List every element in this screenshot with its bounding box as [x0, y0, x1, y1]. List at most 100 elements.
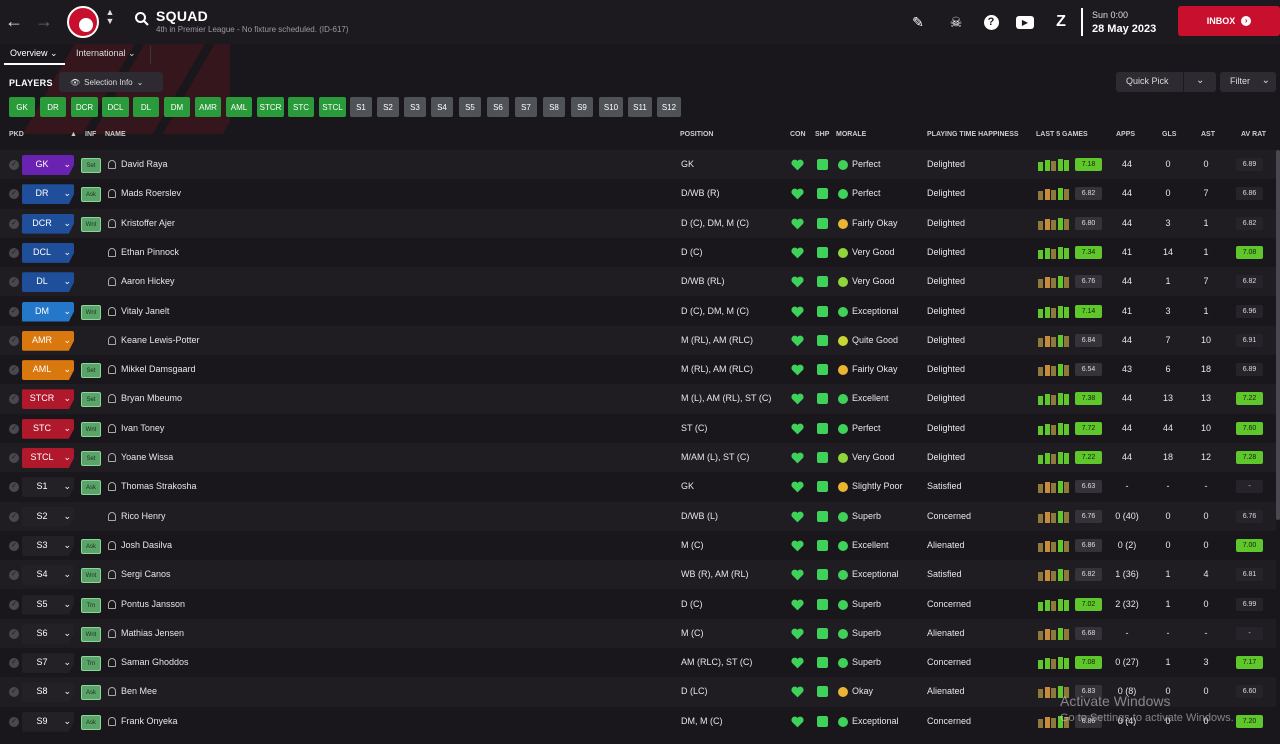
- table-row[interactable]: ✓ STCL ⌄ Set Yoane Wissa M/AM (L), ST (C…: [0, 443, 1276, 473]
- table-row[interactable]: ✓ S7 ⌄ Trn Saman Ghoddos AM (RLC), ST (C…: [0, 648, 1276, 677]
- position-chip-s8[interactable]: S8: [543, 97, 565, 117]
- position-chip-dcr[interactable]: DCR: [71, 97, 98, 117]
- table-row[interactable]: ✓ STC ⌄ Wnt Ivan Toney ST (C) Perfect De…: [0, 414, 1276, 443]
- col-pkd[interactable]: PKD: [9, 131, 24, 138]
- club-crest-icon[interactable]: [67, 6, 99, 38]
- picked-checkbox[interactable]: ✓: [9, 540, 19, 551]
- position-chip-s12[interactable]: S12: [657, 97, 681, 117]
- player-name[interactable]: Kristoffer Ajer: [121, 218, 175, 228]
- position-chip-s2[interactable]: S2: [377, 97, 399, 117]
- player-name[interactable]: Rico Henry: [121, 511, 166, 521]
- role-selector[interactable]: S8 ⌄: [22, 682, 74, 703]
- role-selector[interactable]: AMR ⌄: [22, 330, 74, 351]
- position-chip-dr[interactable]: DR: [40, 97, 66, 117]
- selection-info-dropdown[interactable]: 👁 Selection Info ⌄: [59, 72, 163, 92]
- filter-button[interactable]: Filter ⌄: [1220, 72, 1276, 92]
- col-av-rat[interactable]: AV RAT: [1241, 131, 1266, 138]
- player-name[interactable]: Saman Ghoddos: [121, 657, 189, 667]
- role-selector[interactable]: STC ⌄: [22, 418, 74, 439]
- role-selector[interactable]: S9 ⌄: [22, 711, 74, 732]
- col-morale[interactable]: MORALE: [836, 131, 866, 138]
- role-selector[interactable]: STCL ⌄: [22, 448, 74, 468]
- tab-international[interactable]: International ⌄: [76, 48, 136, 59]
- role-selector[interactable]: S1 ⌄: [22, 477, 74, 498]
- position-chip-s4[interactable]: S4: [431, 97, 453, 117]
- position-chip-s5[interactable]: S5: [459, 97, 481, 117]
- picked-checkbox[interactable]: ✓: [9, 218, 19, 229]
- picked-checkbox[interactable]: ✓: [9, 423, 19, 434]
- player-name[interactable]: Aaron Hickey: [121, 276, 175, 286]
- picked-checkbox[interactable]: ✓: [9, 716, 19, 727]
- player-name[interactable]: Ethan Pinnock: [121, 247, 179, 257]
- chevron-down-icon[interactable]: ⌄: [1196, 75, 1204, 86]
- table-row[interactable]: ✓ DR ⌄ Ask Mads Roerslev D/WB (R) Perfec…: [0, 179, 1276, 208]
- col-playing-time-happiness[interactable]: PLAYING TIME HAPPINESS: [927, 131, 1019, 138]
- table-row[interactable]: ✓ GK ⌄ Set David Raya GK Perfect Delight…: [0, 150, 1276, 180]
- position-chip-s11[interactable]: S11: [628, 97, 652, 117]
- inbox-button[interactable]: INBOX ›: [1178, 6, 1280, 36]
- position-chip-stcr[interactable]: STCR: [257, 97, 284, 117]
- col-gls[interactable]: GLS: [1162, 131, 1176, 138]
- table-row[interactable]: ✓ AMR ⌄ Keane Lewis-Potter M (RL), AM (R…: [0, 325, 1276, 356]
- player-name[interactable]: Sergi Canos: [121, 569, 171, 579]
- help-icon[interactable]: ?: [981, 12, 1001, 32]
- edit-pencil-icon[interactable]: ✎: [908, 12, 928, 32]
- picked-checkbox[interactable]: ✓: [9, 189, 19, 200]
- col-last-5-games[interactable]: LAST 5 GAMES: [1036, 131, 1088, 138]
- z-logo-icon[interactable]: Z: [1051, 12, 1071, 32]
- youtube-icon[interactable]: ▶: [1015, 12, 1035, 32]
- player-name[interactable]: Vitaly Janelt: [121, 306, 169, 316]
- position-chip-s9[interactable]: S9: [571, 97, 593, 117]
- table-row[interactable]: ✓ S5 ⌄ Trn Pontus Jansson D (C) Superb C…: [0, 590, 1276, 619]
- col-inf[interactable]: INF: [85, 131, 96, 138]
- role-selector[interactable]: GK ⌄: [22, 155, 74, 175]
- picked-checkbox[interactable]: ✓: [9, 570, 19, 581]
- position-chip-stcl[interactable]: STCL: [319, 97, 346, 117]
- role-selector[interactable]: S3 ⌄: [22, 535, 74, 556]
- picked-checkbox[interactable]: ✓: [9, 365, 19, 376]
- col-shp[interactable]: SHP: [815, 131, 829, 138]
- role-selector[interactable]: S6 ⌄: [22, 623, 74, 644]
- role-selector[interactable]: STCR ⌄: [22, 389, 74, 410]
- table-row[interactable]: ✓ DM ⌄ Wnt Vitaly Janelt D (C), DM, M (C…: [0, 297, 1276, 326]
- role-selector[interactable]: DR ⌄: [22, 184, 74, 205]
- role-selector[interactable]: AML ⌄: [22, 360, 74, 381]
- role-selector[interactable]: DCL ⌄: [22, 242, 74, 263]
- col-con[interactable]: CON: [790, 131, 806, 138]
- position-chip-dcl[interactable]: DCL: [102, 97, 129, 117]
- table-row[interactable]: ✓ S3 ⌄ Ask Josh Dasilva M (C) Excellent …: [0, 531, 1276, 560]
- back-arrow-icon[interactable]: ←: [4, 12, 24, 32]
- table-row[interactable]: ✓ DCL ⌄ Ethan Pinnock D (C) Very Good De…: [0, 238, 1276, 267]
- picked-checkbox[interactable]: ✓: [9, 599, 19, 610]
- role-selector[interactable]: DL ⌄: [22, 272, 74, 293]
- role-selector[interactable]: S2 ⌄: [22, 506, 74, 527]
- player-name[interactable]: Frank Onyeka: [121, 716, 178, 726]
- position-chip-aml[interactable]: AML: [226, 97, 252, 117]
- player-name[interactable]: Mathias Jensen: [121, 628, 184, 638]
- picked-checkbox[interactable]: ✓: [9, 160, 19, 170]
- picked-checkbox[interactable]: ✓: [9, 511, 19, 522]
- picked-checkbox[interactable]: ✓: [9, 335, 19, 346]
- picked-checkbox[interactable]: ✓: [9, 277, 19, 288]
- role-selector[interactable]: S5 ⌄: [22, 594, 74, 615]
- picked-checkbox[interactable]: ✓: [9, 306, 19, 317]
- picked-checkbox[interactable]: ✓: [9, 687, 19, 698]
- sort-asc-icon[interactable]: ▲: [70, 131, 77, 138]
- player-name[interactable]: Bryan Mbeumo: [121, 393, 182, 403]
- table-row[interactable]: ✓ DCR ⌄ Wnt Kristoffer Ajer D (C), DM, M…: [0, 208, 1276, 238]
- col-apps[interactable]: APPS: [1116, 131, 1135, 138]
- picked-checkbox[interactable]: ✓: [9, 628, 19, 639]
- picked-checkbox[interactable]: ✓: [9, 247, 19, 258]
- table-row[interactable]: ✓ S2 ⌄ Rico Henry D/WB (L) Superb Concer…: [0, 501, 1276, 531]
- search-icon[interactable]: [134, 11, 150, 27]
- role-selector[interactable]: S4 ⌄: [22, 565, 74, 586]
- position-chip-stc[interactable]: STC: [288, 97, 314, 117]
- col-ast[interactable]: AST: [1201, 131, 1215, 138]
- player-name[interactable]: Thomas Strakosha: [121, 481, 197, 491]
- player-name[interactable]: Mikkel Damsgaard: [121, 364, 196, 374]
- player-name[interactable]: Ivan Toney: [121, 423, 164, 433]
- col-position[interactable]: POSITION: [680, 131, 713, 138]
- picked-checkbox[interactable]: ✓: [9, 658, 19, 669]
- col-name[interactable]: NAME: [105, 131, 126, 138]
- table-row[interactable]: ✓ S4 ⌄ Wnt Sergi Canos WB (R), AM (RL) E…: [0, 560, 1276, 590]
